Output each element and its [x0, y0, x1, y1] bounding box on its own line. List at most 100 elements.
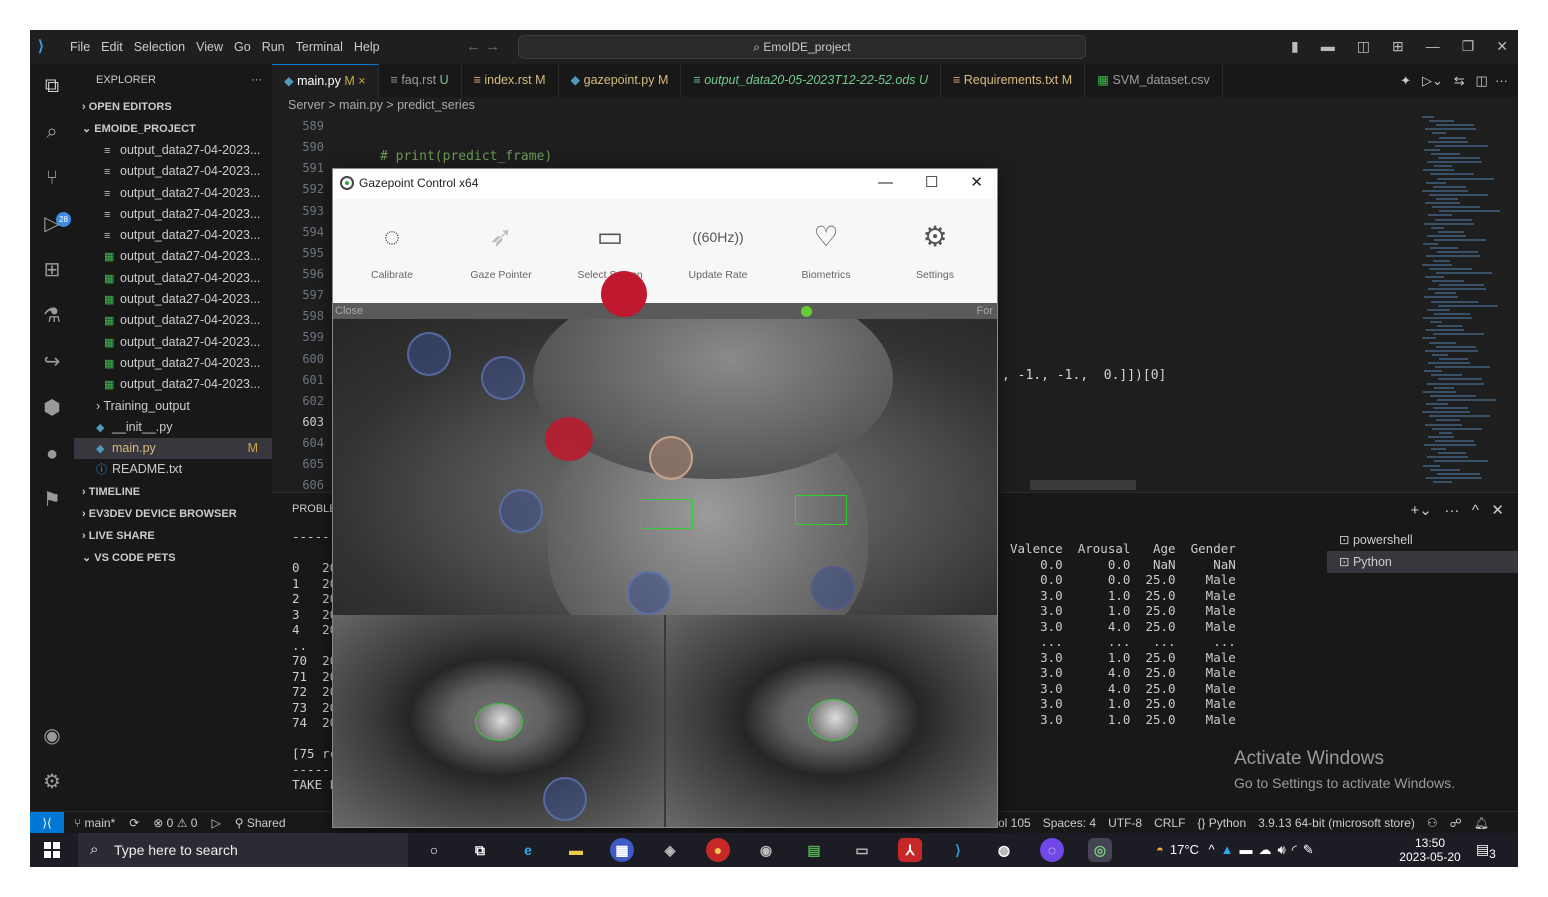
- tab-main-py[interactable]: ◆ main.py M ×: [272, 64, 379, 97]
- file-init[interactable]: ◆ __init__.py: [74, 417, 272, 438]
- run-icon[interactable]: ▷⌄: [1422, 73, 1443, 88]
- problems-item[interactable]: ⊗ 0 ⚠ 0: [153, 812, 197, 834]
- app-icon[interactable]: ◈: [658, 838, 682, 862]
- feedback-icon[interactable]: ☍: [1450, 812, 1462, 834]
- sidebar-file-item[interactable]: ▦ output_data27-04-2023...: [74, 332, 272, 353]
- section-ev3dev[interactable]: › EV3DEV DEVICE BROWSER: [74, 503, 272, 525]
- taskbar-search[interactable]: ⌕ Type here to search: [78, 833, 408, 867]
- close-panel-icon[interactable]: ✕: [1491, 502, 1504, 519]
- layout-custom-icon[interactable]: ⊞: [1392, 38, 1404, 55]
- minimap[interactable]: [1418, 116, 1508, 492]
- chevron-up-icon[interactable]: ^: [1205, 833, 1215, 867]
- tab-faq-rst[interactable]: ≡ faq.rst U: [379, 64, 462, 97]
- folder-training-output[interactable]: › Training_output: [74, 396, 272, 417]
- split-editor-icon[interactable]: ◫: [1475, 73, 1487, 88]
- search-icon[interactable]: ⌕: [40, 120, 64, 144]
- sidebar-file-item[interactable]: ≡ output_data27-04-2023...: [74, 204, 272, 225]
- store-icon[interactable]: ▦: [610, 838, 634, 862]
- chrome-icon[interactable]: ●: [706, 838, 730, 862]
- file-readme[interactable]: ⓘ README.txt: [74, 459, 272, 480]
- tab-gazepoint-py[interactable]: ◆ gazepoint.py M: [559, 64, 682, 97]
- restore-icon[interactable]: ❐: [1462, 38, 1475, 55]
- calculator-icon[interactable]: ▤: [802, 838, 826, 862]
- copilot-icon[interactable]: ⚇: [1427, 812, 1438, 834]
- cursor-position[interactable]: ol 105: [998, 812, 1031, 834]
- menu-file[interactable]: File: [70, 40, 90, 54]
- sidebar-file-item[interactable]: ≡ output_data27-04-2023...: [74, 161, 272, 182]
- terminal-item-powershell[interactable]: ⊡ powershell: [1327, 529, 1518, 551]
- remote-indicator-icon[interactable]: ⟩⟨: [30, 812, 64, 834]
- pen-icon[interactable]: ✎: [1303, 833, 1314, 867]
- debug-icon[interactable]: ▷: [211, 812, 220, 834]
- weather-temp[interactable]: 17°C: [1170, 833, 1199, 867]
- menu-view[interactable]: View: [196, 40, 223, 54]
- file-explorer-icon[interactable]: ▬: [564, 838, 588, 862]
- task-view-icon[interactable]: ⧉: [468, 838, 492, 862]
- breadcrumb[interactable]: Server > main.py > predict_series: [288, 98, 475, 112]
- terminal-output[interactable]: ------ 0 20 1 20 2 20 3 20 4 20.. 70 20 71 20 72…: [292, 529, 337, 793]
- sidebar-file-item[interactable]: ▦ output_data27-04-2023...: [74, 289, 272, 310]
- testing-icon[interactable]: ⚗: [40, 304, 64, 328]
- section-project[interactable]: ⌄ EMOIDE_PROJECT: [74, 118, 272, 140]
- branch-item[interactable]: ⑂ main*: [74, 812, 115, 834]
- gaze-pointer-button[interactable]: ➶ Gaze Pointer: [456, 217, 546, 281]
- cortana-icon[interactable]: ○: [422, 838, 446, 862]
- remote-icon[interactable]: ⚑: [40, 488, 64, 512]
- pin-icon[interactable]: ✦: [1400, 73, 1411, 88]
- account-icon[interactable]: ◉: [40, 724, 64, 748]
- minimize-icon[interactable]: —: [1426, 38, 1440, 55]
- github-icon[interactable]: ●: [40, 442, 64, 466]
- close-icon[interactable]: ✕: [1496, 38, 1508, 55]
- windows-start-icon[interactable]: [44, 842, 60, 858]
- section-pets[interactable]: ⌄ VS CODE PETS: [74, 547, 272, 569]
- menu-edit[interactable]: Edit: [101, 40, 123, 54]
- tray-app-icon[interactable]: ▲: [1221, 833, 1234, 867]
- biometrics-button[interactable]: ♡ Biometrics: [781, 217, 871, 281]
- acrobat-icon[interactable]: ⅄: [898, 838, 922, 862]
- more-icon[interactable]: ···: [1444, 502, 1459, 519]
- edge-icon[interactable]: e: [516, 838, 540, 862]
- command-center-search[interactable]: ⌕ EmoIDE_project: [518, 35, 1086, 59]
- close-link[interactable]: Close: [335, 305, 363, 317]
- tab-requirements[interactable]: ≡ Requirements.txt M: [941, 64, 1086, 97]
- line-ending[interactable]: CRLF: [1154, 812, 1185, 834]
- select-screen-button[interactable]: ▭Select Screen: [565, 217, 655, 281]
- notification-center-icon[interactable]: ▤3: [1476, 841, 1496, 861]
- encoding[interactable]: UTF-8: [1108, 812, 1142, 834]
- menu-terminal[interactable]: Terminal: [296, 40, 343, 54]
- weather-icon[interactable]: ◓: [1156, 833, 1164, 867]
- sidebar-file-item[interactable]: ▦ output_data27-04-2023...: [74, 353, 272, 374]
- gazepoint-titlebar[interactable]: Gazepoint Control x64 — ☐ ✕: [333, 169, 997, 199]
- layout-split-icon[interactable]: ◫: [1357, 38, 1370, 55]
- notification-bell-icon[interactable]: 🔔︎: [1474, 812, 1489, 834]
- maximize-icon[interactable]: ☐: [925, 169, 938, 197]
- section-live-share[interactable]: › LIVE SHARE: [74, 525, 272, 547]
- tab-index-rst[interactable]: ≡ index.rst M: [462, 64, 559, 97]
- maximize-panel-icon[interactable]: ^: [1472, 502, 1479, 519]
- indentation[interactable]: Spaces: 4: [1043, 812, 1096, 834]
- section-open-editors[interactable]: › OPEN EDITORS: [74, 96, 272, 118]
- update-rate-button[interactable]: ((60Hz)) Update Rate: [673, 217, 763, 281]
- menu-go[interactable]: Go: [234, 40, 251, 54]
- file-main[interactable]: ◆ main.py M: [74, 438, 272, 460]
- menu-help[interactable]: Help: [354, 40, 380, 54]
- sidebar-file-item[interactable]: ≡ output_data27-04-2023...: [74, 225, 272, 246]
- explorer-icon[interactable]: ⧉: [40, 74, 64, 98]
- github-desktop-icon[interactable]: ◍: [992, 838, 1016, 862]
- terminal-item-python[interactable]: ⊡ Python: [1327, 551, 1518, 573]
- calibrate-button[interactable]: ◌ Calibrate: [347, 217, 437, 281]
- sidebar-file-item[interactable]: ≡ output_data27-04-2023...: [74, 140, 272, 161]
- tab-svm-dataset[interactable]: ▦ SVM_dataset.csv: [1085, 64, 1223, 97]
- volume-icon[interactable]: 🔊︎: [1278, 833, 1286, 867]
- close-icon[interactable]: ✕: [970, 169, 983, 197]
- settings-button[interactable]: ⚙ Settings: [890, 217, 980, 281]
- app2-icon[interactable]: ◉: [754, 838, 778, 862]
- live-share-item[interactable]: ⚲ Shared: [235, 812, 286, 834]
- vscode-logo-icon[interactable]: ⟩: [38, 39, 54, 55]
- ev3dev-icon[interactable]: ⬢: [40, 396, 64, 420]
- sidebar-file-item[interactable]: ▦ output_data27-04-2023...: [74, 268, 272, 289]
- new-terminal-icon[interactable]: +⌄: [1411, 502, 1432, 519]
- wifi-icon[interactable]: ◜: [1292, 833, 1297, 867]
- sidebar-file-item[interactable]: ≡ output_data27-04-2023...: [74, 183, 272, 204]
- tab-output-ods[interactable]: ≡ output_data20-05-2023T12-22-52.ods U: [681, 64, 941, 97]
